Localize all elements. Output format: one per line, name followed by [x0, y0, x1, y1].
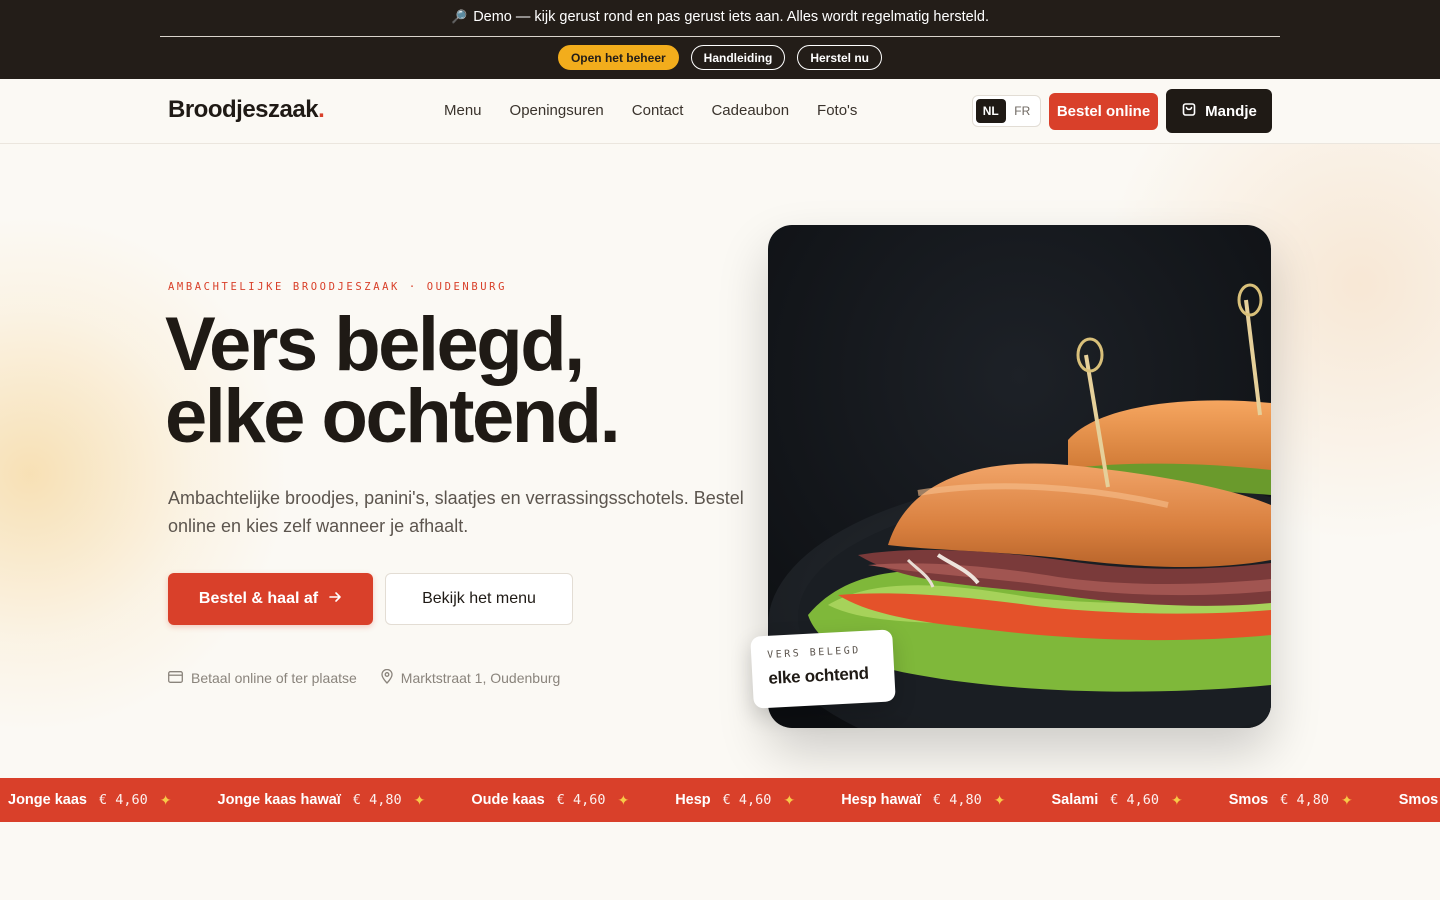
language-fr[interactable]: FR: [1008, 99, 1038, 123]
nav-item-photos[interactable]: Foto's: [817, 102, 857, 119]
star-icon: ✦: [783, 791, 796, 808]
credit-card-icon: [168, 670, 183, 686]
reset-now-button[interactable]: Herstel nu: [797, 45, 883, 70]
star-icon: ✦: [993, 791, 1006, 808]
ticker-item-name: Salami: [1051, 792, 1099, 808]
ticker-item-name: Hesp hawaï: [841, 792, 921, 808]
ticker-item: Jonge kaas € 4,60 ✦: [8, 792, 172, 809]
ticker-item-price: € 4,80: [352, 792, 402, 808]
ticker-item-name: Jonge kaas hawaï: [217, 792, 341, 808]
address-info: Marktstraat 1, Oudenburg: [381, 668, 561, 687]
ticker-item-name: Hesp: [675, 792, 711, 808]
shopping-bag-icon: [1181, 101, 1197, 121]
ticker-item: Oude kaas € 4,60 ✦: [471, 792, 629, 809]
order-online-button[interactable]: Bestel online: [1049, 93, 1158, 130]
hero-title: Vers belegd, elke ochtend.: [165, 302, 621, 459]
payment-text: Betaal online of ter plaatse: [191, 670, 357, 686]
star-icon: ✦: [413, 791, 426, 808]
view-menu-button[interactable]: Bekijk het menu: [385, 573, 573, 625]
order-pickup-button[interactable]: Bestel & haal af: [168, 573, 373, 625]
ticker-track: Jonge kaas € 4,60 ✦ Jonge kaas hawaï € 4,80 ✦…: [8, 778, 1440, 822]
demo-divider: [160, 36, 1280, 37]
ticker-item-name: Smos mosterd: [1398, 792, 1440, 808]
ticker-item: Jonge kaas hawaï € 4,80 ✦: [218, 792, 426, 809]
star-icon: ✦: [159, 791, 172, 808]
demo-message: 🔎 Demo — kijk gerust rond en pas gerust i…: [0, 9, 1440, 25]
hero-meta: Betaal online of ter plaatse Marktstraat…: [168, 668, 561, 687]
ticker-item-price: € 4,60: [722, 792, 772, 808]
hero-lead: Ambachtelijke broodjes, panini's, slaatj…: [168, 488, 744, 536]
nav-item-contact[interactable]: Contact: [632, 102, 684, 119]
order-pickup-label: Bestel & haal af: [198, 590, 319, 607]
star-icon: ✦: [617, 791, 630, 808]
ticker-item: Smos € 4,80 ✦: [1229, 792, 1353, 809]
badge-label: VERS BELEGD: [766, 645, 862, 661]
nav-item-gift-voucher[interactable]: Cadeaubon: [711, 102, 789, 119]
address-text: Marktstraat 1, Oudenburg: [400, 670, 561, 686]
ticker-item-price: € 4,60: [1110, 792, 1160, 808]
hero-section: AMBACHTELIJKE BROODJESZAAK · OUDENBURG V…: [0, 144, 1440, 778]
ticker-item-price: € 4,60: [99, 792, 148, 808]
ticker-item-price: € 4,80: [932, 792, 982, 808]
ticker-item: Hesp hawaï € 4,80 ✦: [841, 792, 1005, 809]
ticker-item: Salami € 4,60 ✦: [1051, 792, 1182, 809]
nav-item-menu[interactable]: Menu: [444, 102, 482, 119]
ticker-item-name: Jonge kaas: [8, 792, 87, 808]
hero-title-line-2: elke ochtend.: [165, 374, 621, 459]
site-header: Broodjeszaak. Menu Openingsuren Contact …: [0, 79, 1440, 144]
payment-info: Betaal online of ter plaatse: [168, 669, 357, 687]
manual-button[interactable]: Handleiding: [690, 45, 786, 70]
ticker-item-name: Oude kaas: [471, 792, 545, 808]
demo-message-text: Demo — kijk gerust rond en pas gerust ie…: [473, 9, 989, 25]
map-pin-icon: [381, 668, 393, 687]
open-admin-button[interactable]: Open het beheer: [557, 45, 679, 70]
logo-dot: .: [318, 96, 325, 123]
ticker-item-price: € 4,80: [1280, 792, 1330, 808]
ticker-item: Hesp € 4,60 ✦: [675, 792, 795, 809]
magnifier-icon: 🔎: [451, 9, 468, 24]
cart-button[interactable]: Mandje: [1166, 89, 1272, 133]
logo-text: Broodjeszaak: [168, 96, 319, 123]
language-nl[interactable]: NL: [976, 99, 1006, 123]
badge-title: elke ochtend: [767, 663, 870, 688]
cart-label: Mandje: [1205, 102, 1257, 120]
hero-eyebrow: AMBACHTELIJKE BROODJESZAAK · OUDENBURG: [168, 281, 508, 293]
fresh-badge: VERS BELEGD elke ochtend: [750, 629, 896, 709]
demo-actions: Open het beheer Handleiding Herstel nu: [0, 45, 1440, 70]
menu-ticker: Jonge kaas € 4,60 ✦ Jonge kaas hawaï € 4,80 ✦…: [0, 778, 1440, 822]
star-icon: ✦: [1171, 791, 1183, 808]
main-nav: Menu Openingsuren Contact Cadeaubon Foto…: [444, 102, 857, 119]
ticker-item-price: € 4,60: [556, 792, 606, 808]
hero-title-line-1: Vers belegd,: [165, 302, 585, 387]
demo-banner: 🔎 Demo — kijk gerust rond en pas gerust i…: [0, 0, 1440, 79]
arrow-right-icon: [328, 590, 342, 609]
nav-item-opening-hours[interactable]: Openingsuren: [510, 102, 604, 119]
ticker-item: Smos mosterd€ 4,80✦: [1399, 792, 1440, 809]
logo[interactable]: Broodjeszaak.: [168, 96, 325, 124]
ticker-item-name: Smos: [1228, 792, 1269, 808]
star-icon: ✦: [1341, 791, 1353, 808]
language-switcher: NL FR: [972, 95, 1041, 127]
